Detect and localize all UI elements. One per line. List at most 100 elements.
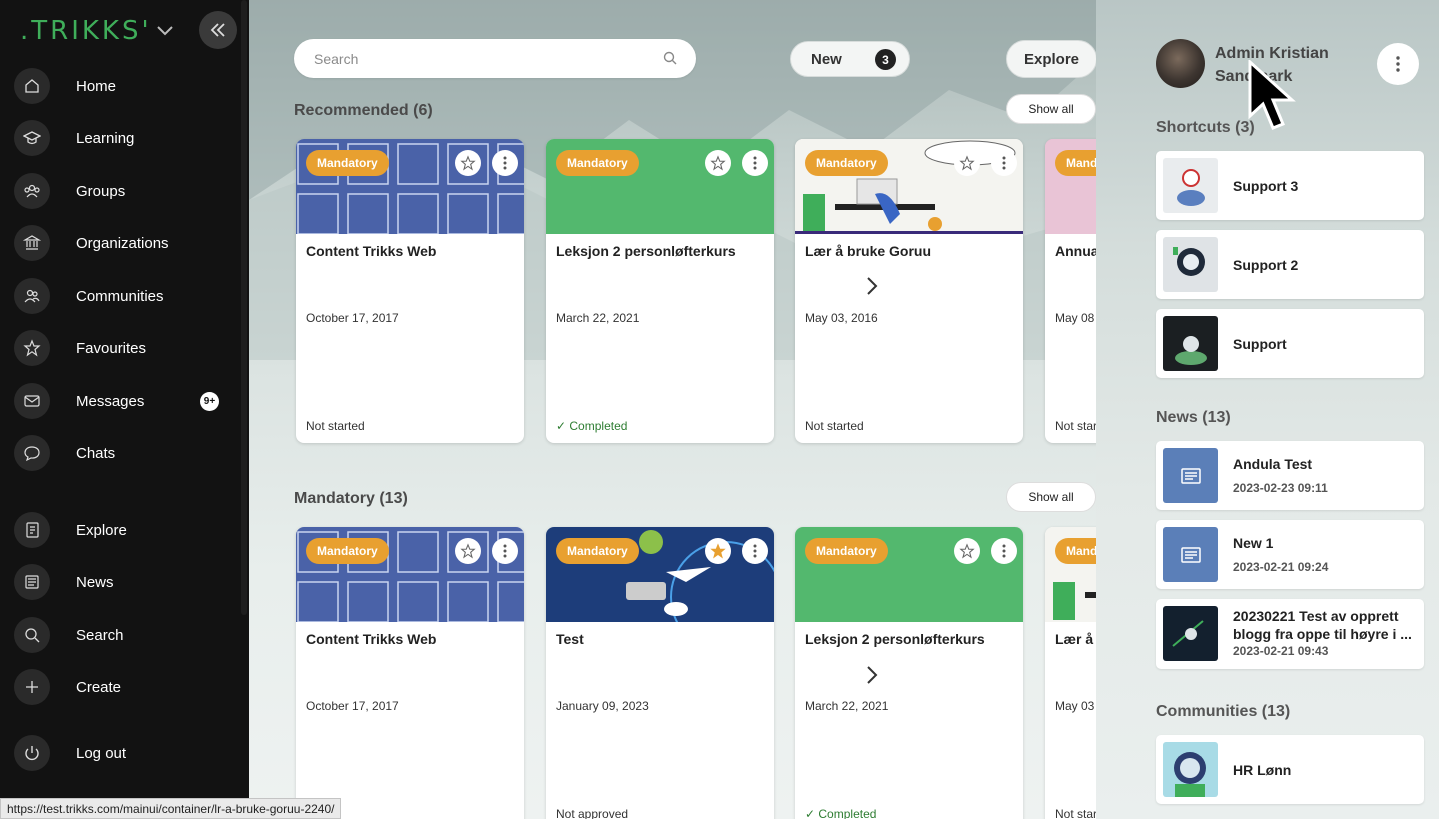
card-menu-button[interactable]	[742, 538, 768, 564]
recommended-next-arrow-icon[interactable]	[864, 274, 880, 298]
card-menu-button[interactable]	[991, 150, 1017, 176]
star-outline-icon	[959, 155, 975, 171]
course-card[interactable]: Mandatory Lær å May 03 Not star	[1045, 527, 1096, 819]
card-menu-button[interactable]	[991, 538, 1017, 564]
sidebar-item-chats[interactable]: Chats	[14, 433, 244, 473]
search-input[interactable]: Search	[294, 39, 696, 78]
news-item-title: New 1	[1233, 535, 1274, 551]
book-icon	[14, 512, 50, 548]
sidebar-item-news[interactable]: News	[14, 562, 244, 602]
card-date: March 22, 2021	[556, 311, 640, 325]
shortcut-item[interactable]: Support	[1156, 309, 1424, 378]
sidebar-item-label: Home	[76, 77, 117, 95]
newspaper-icon	[1163, 448, 1218, 503]
course-card[interactable]: Mandatory Leksjon 2 personløfterkurs Mar…	[546, 139, 774, 443]
status-bar-url: https://test.trikks.com/mainui/container…	[0, 798, 342, 819]
sidebar-item-label: Search	[76, 626, 124, 644]
sidebar-item-search[interactable]: Search	[14, 615, 244, 655]
new-label: New	[811, 50, 842, 68]
card-status: Not started	[306, 419, 365, 433]
new-count-badge: 3	[875, 49, 896, 70]
bank-icon	[14, 225, 50, 261]
favourite-button[interactable]	[705, 150, 731, 176]
card-title: Lær å bruke Goruu	[805, 243, 932, 259]
card-menu-button[interactable]	[742, 150, 768, 176]
main-content: Search New 3 Explore Recommended (6) Sho…	[249, 0, 1096, 819]
course-card[interactable]: Mandatory Lær å bruke Goruu May 03, 2016…	[795, 139, 1023, 443]
communities-title: Communities (13)	[1156, 703, 1291, 720]
avatar[interactable]	[1156, 39, 1205, 88]
sidebar-item-communities[interactable]: Communities	[14, 276, 244, 316]
sidebar-item-logout[interactable]: Log out	[14, 733, 244, 773]
course-card[interactable]: Mandatory Annual May 08 Not start	[1045, 139, 1096, 443]
mandatory-next-arrow-icon[interactable]	[864, 663, 880, 687]
chevron-down-icon[interactable]	[153, 18, 177, 42]
course-card[interactable]: Mandatory Content Trikks Web October 17,…	[296, 527, 524, 819]
sidebar-item-favourites[interactable]: Favourites	[14, 328, 244, 368]
course-card[interactable]: Mandatory Test January 09, 2023 Not appr…	[546, 527, 774, 819]
card-date: October 17, 2017	[306, 311, 399, 325]
vertical-dots-icon	[503, 156, 507, 170]
shortcut-item[interactable]: Support 3	[1156, 151, 1424, 220]
trikks-logo[interactable]: .TRIKKS'	[20, 16, 152, 46]
card-date: May 03	[1055, 699, 1095, 713]
sidebar-item-organizations[interactable]: Organizations	[14, 223, 244, 263]
mandatory-badge: Mandatory	[805, 538, 888, 564]
chat-bubble-icon	[14, 435, 50, 471]
star-outline-icon	[460, 543, 476, 559]
explore-button[interactable]: Explore	[1006, 40, 1096, 78]
vertical-dots-icon	[753, 544, 757, 558]
user-menu-button[interactable]	[1377, 43, 1419, 85]
messages-count-badge: 9+	[200, 391, 219, 411]
star-icon	[14, 330, 50, 366]
favourite-button[interactable]	[705, 538, 731, 564]
sidebar-item-explore[interactable]: Explore	[14, 510, 244, 550]
star-outline-icon	[460, 155, 476, 171]
course-card[interactable]: Mandatory Content Trikks Web October 17,…	[296, 139, 524, 443]
sidebar-item-learning[interactable]: Learning	[14, 118, 244, 158]
news-item[interactable]: 20230221 Test av opprett blogg fra oppe …	[1156, 599, 1424, 669]
news-item-title: 20230221 Test av opprett blogg fra oppe …	[1233, 608, 1412, 642]
collapse-sidebar-button[interactable]	[199, 11, 237, 49]
graduation-cap-icon	[14, 120, 50, 156]
card-date: January 09, 2023	[556, 699, 649, 713]
sidebar-item-label: Learning	[76, 129, 135, 147]
card-date: May 08	[1055, 311, 1095, 325]
sidebar-item-messages[interactable]: Messages 9+	[14, 381, 244, 421]
recommended-show-all-button[interactable]: Show all	[1006, 94, 1096, 124]
news-item[interactable]: New 1 2023-02-21 09:24	[1156, 520, 1424, 589]
card-menu-button[interactable]	[492, 538, 518, 564]
favourite-button[interactable]	[954, 538, 980, 564]
card-status: ✓ Completed	[556, 419, 628, 433]
card-status: Not approved	[556, 807, 629, 819]
sidebar-item-create[interactable]: Create	[14, 667, 244, 707]
shortcuts-title: Shortcuts (3)	[1156, 119, 1255, 136]
mandatory-title: Mandatory (13)	[294, 490, 408, 507]
mandatory-badge: Mandatory	[306, 538, 389, 564]
new-button[interactable]: New 3	[790, 41, 910, 77]
sidebar-item-label: Create	[76, 678, 122, 696]
sidebar-scrollbar[interactable]	[241, 0, 247, 615]
search-placeholder: Search	[314, 50, 359, 67]
card-menu-button[interactable]	[492, 150, 518, 176]
shortcut-item[interactable]: Support 2	[1156, 230, 1424, 299]
community-item[interactable]: HR Lønn	[1156, 735, 1424, 804]
news-item-date: 2023-02-21 09:43	[1233, 644, 1329, 658]
news-item-date: 2023-02-23 09:11	[1233, 481, 1328, 495]
sidebar-item-home[interactable]: Home	[14, 66, 244, 106]
card-title: Lær å	[1055, 631, 1094, 647]
card-date: October 17, 2017	[306, 699, 399, 713]
search-icon	[663, 51, 677, 65]
mandatory-badge: Mandatory	[805, 150, 888, 176]
course-card[interactable]: Mandatory Leksjon 2 personløfterkurs Mar…	[795, 527, 1023, 819]
mandatory-show-all-button[interactable]: Show all	[1006, 482, 1096, 512]
sidebar-item-label: Explore	[76, 521, 127, 539]
sidebar-item-groups[interactable]: Groups	[14, 171, 244, 211]
card-title: Leksjon 2 personløfterkurs	[805, 631, 985, 647]
favourite-button[interactable]	[954, 150, 980, 176]
mandatory-badge: Mandatory	[1055, 150, 1096, 176]
star-filled-icon	[710, 543, 726, 559]
favourite-button[interactable]	[455, 150, 481, 176]
favourite-button[interactable]	[455, 538, 481, 564]
news-item[interactable]: Andula Test 2023-02-23 09:11	[1156, 441, 1424, 510]
